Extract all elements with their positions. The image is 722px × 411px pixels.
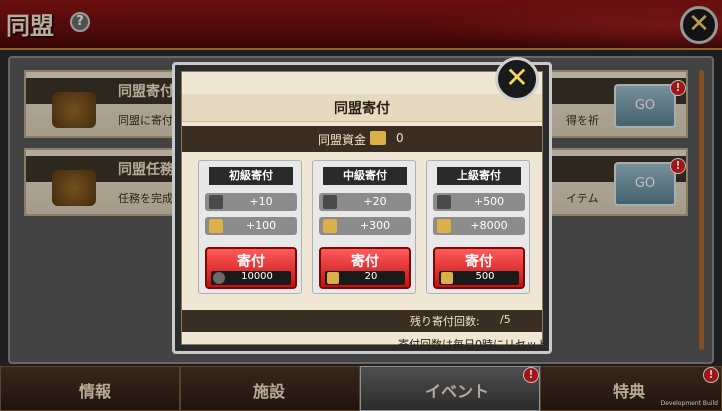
reset-note: 寄付回数は毎日0時にリセット (398, 338, 548, 351)
modal-title: 同盟寄付 (334, 101, 390, 117)
contribution-icon (323, 195, 337, 209)
tier-name: 初級寄付 (209, 167, 293, 185)
reward-value: +20 (363, 195, 387, 208)
tier-advanced: 上級寄付 +500 +8000 寄付 500 (426, 160, 530, 294)
cost-row: 500 (439, 271, 519, 285)
cost-value: 500 (475, 271, 495, 282)
donate-label: 寄付 (237, 254, 265, 270)
tier-intermediate: 中級寄付 +20 +300 寄付 20 (312, 160, 416, 294)
reward-value: +8000 (470, 219, 508, 232)
reward-row: +500 (433, 193, 525, 211)
donate-button-advanced[interactable]: 寄付 500 (433, 247, 525, 289)
cost-row: 10000 (211, 271, 291, 285)
contribution-icon (209, 195, 223, 209)
donate-label: 寄付 (351, 254, 379, 270)
remaining-value: /5 (500, 313, 511, 326)
cost-value: 10000 (241, 271, 273, 282)
fund-label: 同盟資金 (318, 133, 367, 147)
gold-icon (370, 131, 386, 145)
tier-basic: 初級寄付 +10 +100 寄付 10000 (198, 160, 302, 294)
reward-row: +100 (205, 217, 297, 235)
reward-value: +500 (473, 195, 505, 208)
donate-label: 寄付 (465, 254, 493, 270)
donate-button-basic[interactable]: 寄付 10000 (205, 247, 297, 289)
reward-value: +300 (359, 219, 391, 232)
fund-value: 0 (396, 131, 404, 145)
gold-icon (323, 219, 337, 233)
tier-name: 上級寄付 (437, 167, 521, 185)
cost-row: 20 (325, 271, 405, 285)
reward-value: +10 (249, 195, 273, 208)
close-icon[interactable]: ✕ (495, 57, 539, 101)
coin-icon (213, 272, 225, 284)
remaining-label: 残り寄付回数: (410, 315, 480, 328)
donate-button-intermediate[interactable]: 寄付 20 (319, 247, 411, 289)
gold-icon (437, 219, 451, 233)
donation-modal: 同盟寄付 同盟資金 0 初級寄付 +10 +100 寄付 10000 中級寄付 … (172, 57, 552, 354)
modal-body: 同盟寄付 同盟資金 0 初級寄付 +10 +100 寄付 10000 中級寄付 … (181, 71, 548, 351)
reward-row: +8000 (433, 217, 525, 235)
gold-icon (441, 272, 453, 284)
gold-icon (209, 219, 223, 233)
reward-row: +20 (319, 193, 411, 211)
reward-value: +100 (245, 219, 277, 232)
reward-row: +10 (205, 193, 297, 211)
cost-value: 20 (364, 271, 378, 282)
gold-icon (327, 272, 339, 284)
reward-row: +300 (319, 217, 411, 235)
contribution-icon (437, 195, 451, 209)
tier-name: 中級寄付 (323, 167, 407, 185)
